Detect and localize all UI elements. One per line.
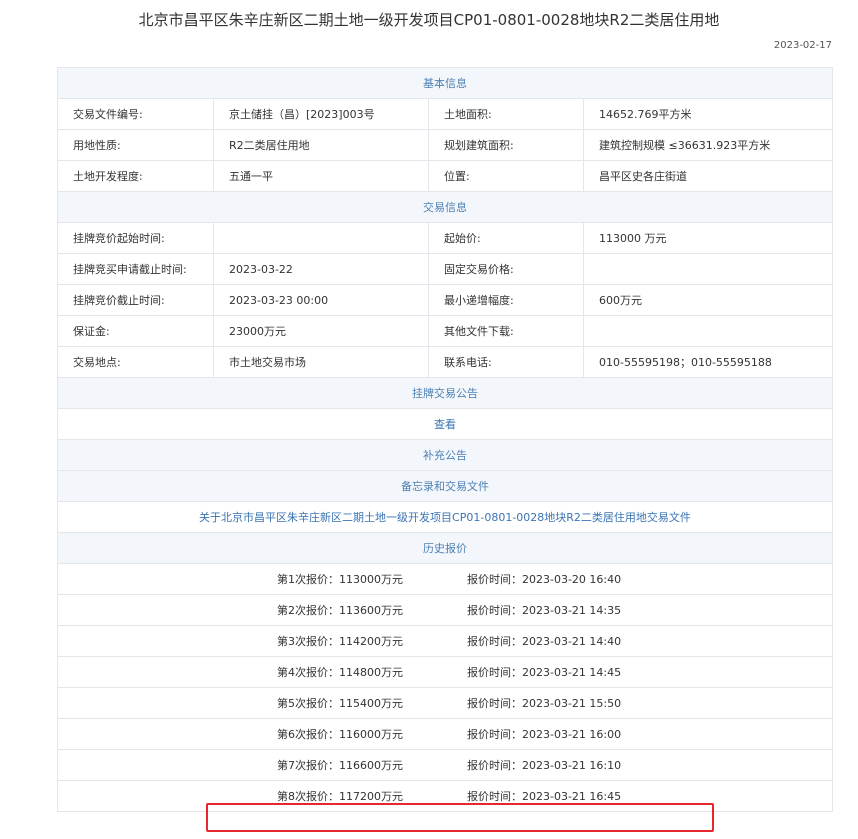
section-announcement: 挂牌交易公告: [57, 377, 833, 409]
field-value: 五通一平: [213, 160, 429, 192]
bid-cell: 第4次报价：114800万元 报价时间：2023-03-21 14:45: [57, 656, 833, 688]
bid-amount: 第1次报价：113000万元: [277, 573, 403, 586]
table-row: 土地开发程度: 五通一平 位置: 昌平区史各庄街道: [57, 160, 833, 192]
table-row: 挂牌竞价起始时间: 起始价: 113000 万元: [57, 222, 833, 254]
table-row: 关于北京市昌平区朱辛庄新区二期土地一级开发项目CP01-0801-0028地块R…: [57, 501, 833, 533]
table-row: 挂牌竞价截止时间: 2023-03-23 00:00 最小递增幅度: 600万元: [57, 284, 833, 316]
field-value: 14652.769平方米: [583, 98, 833, 130]
field-label: 挂牌竞价起始时间:: [57, 222, 214, 254]
link-cell: 关于北京市昌平区朱辛庄新区二期土地一级开发项目CP01-0801-0028地块R…: [57, 501, 833, 533]
section-memo: 备忘录和交易文件: [57, 470, 833, 502]
link-cell: 查看: [57, 408, 833, 440]
section-header: 备忘录和交易文件: [57, 470, 833, 502]
field-label: 最小递增幅度:: [428, 284, 584, 316]
field-value: 600万元: [583, 284, 833, 316]
bid-time: 报价时间：2023-03-21 16:00: [467, 728, 622, 741]
bid-time: 报价时间：2023-03-20 16:40: [467, 573, 622, 586]
bid-cell: 第6次报价：116000万元 报价时间：2023-03-21 16:00: [57, 718, 833, 750]
bid-row: 第6次报价：116000万元 报价时间：2023-03-21 16:00: [57, 718, 833, 750]
section-header: 基本信息: [57, 67, 833, 99]
bid-row: 第4次报价：114800万元 报价时间：2023-03-21 14:45: [57, 656, 833, 688]
field-label: 挂牌竞价截止时间:: [57, 284, 214, 316]
field-value: [213, 222, 429, 254]
field-value: 2023-03-23 00:00: [213, 284, 429, 316]
bid-row-latest: 第8次报价：117200万元 报价时间：2023-03-21 16:45: [57, 780, 833, 812]
bid-amount: 第5次报价：115400万元: [277, 697, 403, 710]
field-value: 京土储挂（昌）[2023]003号: [213, 98, 429, 130]
field-value: [583, 315, 833, 347]
bid-time: 报价时间：2023-03-21 16:45: [467, 790, 622, 803]
field-value: R2二类居住用地: [213, 129, 429, 161]
bid-row: 第5次报价：115400万元 报价时间：2023-03-21 15:50: [57, 687, 833, 719]
field-value: 2023-03-22: [213, 253, 429, 285]
bid-amount: 第3次报价：114200万元: [277, 635, 403, 648]
bid-time: 报价时间：2023-03-21 14:45: [467, 666, 622, 679]
table-row: 挂牌竞买申请截止时间: 2023-03-22 固定交易价格:: [57, 253, 833, 285]
field-value: 23000万元: [213, 315, 429, 347]
section-header: 交易信息: [57, 191, 833, 223]
section-header: 挂牌交易公告: [57, 377, 833, 409]
field-value: 113000 万元: [583, 222, 833, 254]
bid-cell: 第5次报价：115400万元 报价时间：2023-03-21 15:50: [57, 687, 833, 719]
field-label: 交易地点:: [57, 346, 214, 378]
bid-amount: 第6次报价：116000万元: [277, 728, 403, 741]
view-announcement-link[interactable]: 查看: [434, 418, 456, 431]
table-row: 交易地点: 市土地交易市场 联系电话: 010-55595198；010-555…: [57, 346, 833, 378]
bid-amount: 第4次报价：114800万元: [277, 666, 403, 679]
field-value: 010-55595198；010-55595188: [583, 346, 833, 378]
table-row: 查看: [57, 408, 833, 440]
field-label: 挂牌竞买申请截止时间:: [57, 253, 214, 285]
section-supplement: 补充公告: [57, 439, 833, 471]
field-value: [583, 253, 833, 285]
field-label: 土地开发程度:: [57, 160, 214, 192]
field-label: 土地面积:: [428, 98, 584, 130]
bid-amount: 第8次报价：117200万元: [277, 790, 403, 803]
land-info-table: 基本信息 交易文件编号: 京土储挂（昌）[2023]003号 土地面积: 146…: [57, 67, 833, 812]
field-label: 其他文件下载:: [428, 315, 584, 347]
bid-row: 第2次报价：113600万元 报价时间：2023-03-21 14:35: [57, 594, 833, 626]
bid-cell: 第1次报价：113000万元 报价时间：2023-03-20 16:40: [57, 563, 833, 595]
publish-date: 2023-02-17: [773, 40, 832, 51]
section-bid-history: 历史报价: [57, 532, 833, 564]
bid-row: 第3次报价：114200万元 报价时间：2023-03-21 14:40: [57, 625, 833, 657]
bid-amount: 第2次报价：113600万元: [277, 604, 403, 617]
bid-row: 第1次报价：113000万元 报价时间：2023-03-20 16:40: [57, 563, 833, 595]
bid-cell: 第3次报价：114200万元 报价时间：2023-03-21 14:40: [57, 625, 833, 657]
trade-file-link[interactable]: 关于北京市昌平区朱辛庄新区二期土地一级开发项目CP01-0801-0028地块R…: [199, 511, 691, 524]
section-header: 历史报价: [57, 532, 833, 564]
section-basic-info: 基本信息: [57, 67, 833, 99]
bid-row: 第7次报价：116600万元 报价时间：2023-03-21 16:10: [57, 749, 833, 781]
bid-time: 报价时间：2023-03-21 16:10: [467, 759, 622, 772]
bid-amount: 第7次报价：116600万元: [277, 759, 403, 772]
section-header: 补充公告: [57, 439, 833, 471]
bid-time: 报价时间：2023-03-21 14:40: [467, 635, 622, 648]
table-row: 保证金: 23000万元 其他文件下载:: [57, 315, 833, 347]
field-value: 昌平区史各庄街道: [583, 160, 833, 192]
field-value: 市土地交易市场: [213, 346, 429, 378]
bid-time: 报价时间：2023-03-21 14:35: [467, 604, 622, 617]
table-row: 交易文件编号: 京土储挂（昌）[2023]003号 土地面积: 14652.76…: [57, 98, 833, 130]
field-label: 位置:: [428, 160, 584, 192]
field-value: 建筑控制规模 ≤36631.923平方米: [583, 129, 833, 161]
page-title: 北京市昌平区朱辛庄新区二期土地一级开发项目CP01-0801-0028地块R2二…: [138, 11, 720, 29]
table-row: 用地性质: R2二类居住用地 规划建筑面积: 建筑控制规模 ≤36631.923…: [57, 129, 833, 161]
field-label: 规划建筑面积:: [428, 129, 584, 161]
section-trade-info: 交易信息: [57, 191, 833, 223]
field-label: 交易文件编号:: [57, 98, 214, 130]
field-label: 保证金:: [57, 315, 214, 347]
field-label: 起始价:: [428, 222, 584, 254]
bid-cell: 第7次报价：116600万元 报价时间：2023-03-21 16:10: [57, 749, 833, 781]
field-label: 用地性质:: [57, 129, 214, 161]
field-label: 固定交易价格:: [428, 253, 584, 285]
field-label: 联系电话:: [428, 346, 584, 378]
bid-cell: 第8次报价：117200万元 报价时间：2023-03-21 16:45: [57, 780, 833, 812]
page: 北京市昌平区朱辛庄新区二期土地一级开发项目CP01-0801-0028地块R2二…: [0, 0, 858, 839]
bid-cell: 第2次报价：113600万元 报价时间：2023-03-21 14:35: [57, 594, 833, 626]
bid-time: 报价时间：2023-03-21 15:50: [467, 697, 622, 710]
